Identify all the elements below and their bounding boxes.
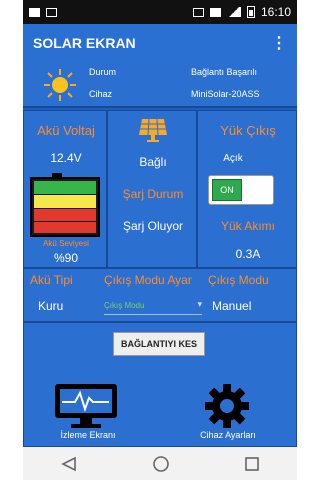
cihaz-label: Cihaz — [89, 89, 113, 99]
back-icon[interactable] — [60, 456, 78, 472]
gear-icon — [205, 384, 249, 428]
battery-bar-green — [34, 181, 96, 194]
signal-icon — [226, 7, 241, 17]
aku-seviyesi-value: %90 — [53, 251, 79, 265]
disconnect-button[interactable]: BAĞLANTIYI KES — [113, 332, 205, 356]
bluetooth-icon — [209, 7, 221, 17]
solar-panel-icon — [139, 118, 167, 142]
settings-row: Akü Tipi Kuru Çıkış Modu Ayar Çıkış Modu… — [23, 268, 297, 322]
toggle-on-label: ON — [212, 179, 242, 201]
durum-value: Bağlantı Başarılı — [191, 67, 258, 77]
battery-icon — [246, 6, 255, 18]
status-bar: 16:10 — [23, 0, 297, 24]
dropdown-arrow-icon: ▾ — [197, 299, 202, 309]
cikis-modu-placeholder: Çıkış Modu — [104, 301, 145, 310]
durum-label: Durum — [89, 67, 117, 77]
yuk-akimi-title: Yük Akımı — [220, 219, 276, 233]
battery-bar-red-2 — [34, 222, 96, 233]
aku-voltaj-title: Akü Voltaj — [37, 123, 95, 138]
email-icon — [29, 7, 40, 17]
cikis-modu-select[interactable]: Çıkış Modu ▾ — [104, 299, 202, 315]
battery-bar-red-1 — [34, 209, 96, 221]
cikis-modu-ayar-title: Çıkış Modu Ayar — [104, 273, 192, 287]
aku-voltage-value: 12.4V — [50, 151, 82, 165]
cihaz-ayarlari-button[interactable] — [199, 382, 255, 430]
home-icon[interactable] — [152, 455, 170, 473]
battery-terminal — [52, 173, 62, 178]
battery-level-graphic — [30, 173, 100, 237]
recents-icon[interactable] — [244, 456, 260, 472]
yuk-panel: Yük Çıkış Açık ON Yük Akımı 0.3A — [197, 110, 297, 268]
cihaz-ayarlari-label[interactable]: Cihaz Ayarları — [183, 430, 273, 440]
izleme-ekrani-label[interactable]: İzleme Ekranı — [43, 430, 133, 440]
phone-screen: 16:10 SOLAR EKRAN ⋮ Durum Bağlantı Başar… — [23, 0, 297, 480]
sarj-durum-value: Şarj Oluyor — [122, 219, 184, 233]
yuk-state-value: Açık — [223, 153, 243, 164]
app-bar: SOLAR EKRAN ⋮ — [23, 24, 297, 62]
solar-status-value: Bağlı — [139, 155, 167, 169]
battery-bar-yellow — [34, 195, 96, 208]
monitor-icon — [55, 384, 117, 428]
vibrate-icon — [192, 7, 204, 17]
navigation-bar — [23, 447, 297, 480]
info-row: Durum Bağlantı Başarılı Cihaz MiniSolar-… — [23, 62, 297, 108]
aku-panel: Akü Voltaj 12.4V Akü Seviyesi %90 — [23, 110, 107, 268]
sun-icon — [44, 69, 76, 101]
izleme-ekrani-button[interactable] — [53, 382, 119, 430]
sarj-durum-title: Şarj Durum — [122, 187, 184, 201]
cihaz-value: MiniSolar-20ASS — [191, 89, 260, 99]
clock: 16:10 — [260, 5, 291, 19]
yuk-cikis-toggle[interactable]: ON — [208, 175, 274, 205]
main-content: Durum Bağlantı Başarılı Cihaz MiniSolar-… — [23, 62, 297, 447]
solar-panel: Bağlı Şarj Durum Şarj Oluyor — [107, 110, 197, 268]
yuk-akimi-value: 0.3A — [235, 247, 261, 261]
cikis-modu-title: Çıkış Modu — [208, 273, 269, 287]
aku-seviyesi-label: Akü Seviyesi — [43, 239, 89, 248]
aku-tipi-value[interactable]: Kuru — [38, 299, 63, 313]
yuk-cikis-title: Yük Çıkış — [220, 123, 276, 138]
more-vert-icon[interactable]: ⋮ — [271, 33, 287, 53]
aku-tipi-title: Akü Tipi — [30, 273, 73, 287]
cikis-modu-value[interactable]: Manuel — [212, 299, 251, 313]
image-icon — [46, 7, 57, 17]
app-title: SOLAR EKRAN — [33, 35, 136, 51]
